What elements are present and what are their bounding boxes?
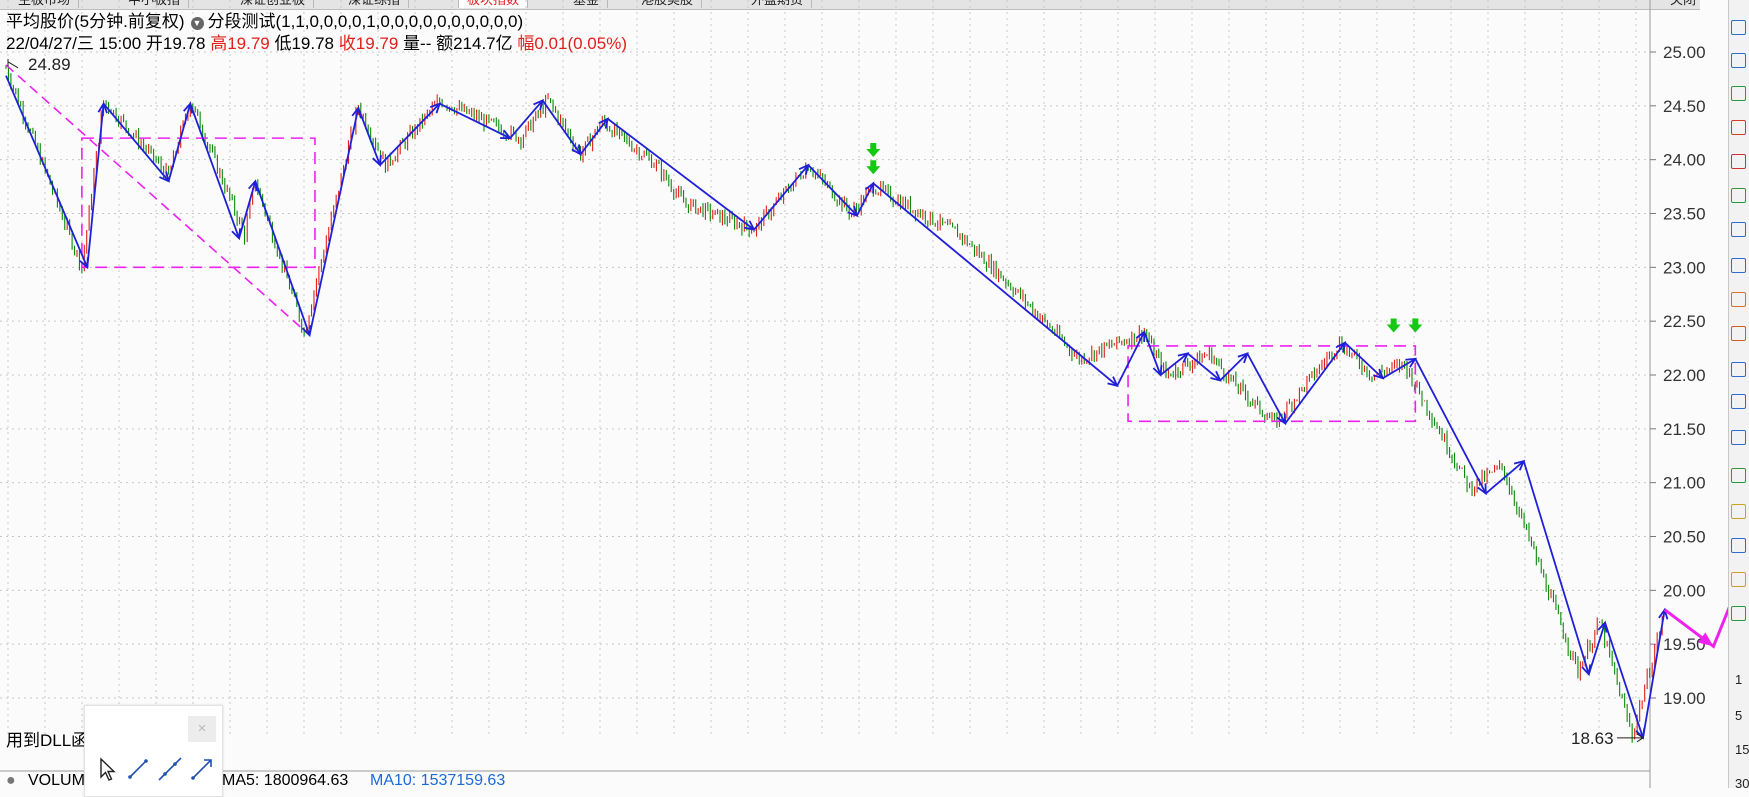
toolbar-button-icon[interactable] xyxy=(1731,120,1746,135)
period-1-button[interactable]: 1 xyxy=(1735,672,1742,687)
toolbar-button-icon[interactable] xyxy=(1731,606,1746,621)
ma10-value: MA10: 1537159.63 xyxy=(370,772,506,788)
sell-signal-icon xyxy=(1386,318,1401,333)
zigzag-segment xyxy=(308,107,360,336)
sell-signal-icon xyxy=(866,160,881,175)
zigzag-segment xyxy=(1522,460,1590,675)
indicator-title-row: 平均股价(5分钟.前复权) ▼ 分段测试(1,1,0,0,0,0,1,0,0,0,0… xyxy=(6,12,523,32)
period-30-button[interactable]: 30 xyxy=(1735,776,1749,791)
right-toolbar: 1 5 15 30 xyxy=(1728,0,1749,791)
y-tick-label: 22.00 xyxy=(1663,366,1706,385)
consolidation-box xyxy=(1127,345,1417,423)
zigzag-segment xyxy=(1604,622,1644,739)
ma5-value: MA5: 1800964.63 xyxy=(222,772,349,788)
amount-label: 额 xyxy=(436,34,454,53)
settings-gear-icon[interactable]: ● xyxy=(6,772,16,788)
toolbar-button-icon[interactable] xyxy=(1731,430,1746,445)
toolbar-button-icon[interactable] xyxy=(1731,326,1746,341)
zigzag-segment xyxy=(607,118,755,231)
close-label: 收 xyxy=(338,34,356,53)
change-label: 幅 xyxy=(517,34,535,53)
high-value: 19.79 xyxy=(227,34,270,53)
toolbar-button-icon[interactable] xyxy=(1731,572,1746,587)
toolbar-button-icon[interactable] xyxy=(1731,538,1746,553)
change-value: 0.01(0.05%) xyxy=(534,34,627,53)
dll-notice: 用到DLL函 xyxy=(6,731,89,750)
y-tick-label: 20.50 xyxy=(1663,528,1706,547)
high-label: 高 xyxy=(210,34,228,53)
toolbar-button-icon[interactable] xyxy=(1731,20,1746,35)
low-value: 19.78 xyxy=(291,34,335,53)
toolbar-button-icon[interactable] xyxy=(1731,362,1746,377)
y-tick-label: 24.50 xyxy=(1663,97,1706,116)
y-tick-label: 22.50 xyxy=(1663,312,1706,331)
chevron-down-icon[interactable]: ▼ xyxy=(190,17,204,30)
bar-datetime: 22/04/27/三 15:00 xyxy=(6,34,142,53)
toolbar-button-icon[interactable] xyxy=(1731,86,1746,101)
low-marker xyxy=(1617,733,1644,743)
y-tick-label: 24.00 xyxy=(1663,151,1706,170)
indicator-name[interactable]: 平均股价(5分钟.前复权) xyxy=(6,12,185,31)
zigzag-segment xyxy=(1485,460,1525,495)
toolbar-button-icon[interactable] xyxy=(1731,154,1746,169)
toolbar-button-icon[interactable] xyxy=(1731,292,1746,307)
high-value-label: 24.89 xyxy=(28,55,71,74)
zigzag-segment xyxy=(439,102,511,139)
toolbar-button-icon[interactable] xyxy=(1731,258,1746,273)
zigzag-segment xyxy=(807,164,858,217)
y-tick-label: 23.50 xyxy=(1663,205,1706,224)
volume-indicator-bar: ● VOLUM MA5: 1800964.63 MA10: 1537159.63 xyxy=(0,772,1700,788)
volume-label: 量-- xyxy=(403,34,432,53)
consolidation-box xyxy=(81,137,316,269)
y-tick-label: 20.00 xyxy=(1663,581,1706,600)
y-tick-label: 19.50 xyxy=(1663,635,1706,654)
sell-signal-icon xyxy=(1408,318,1423,333)
period-5-button[interactable]: 5 xyxy=(1735,708,1742,723)
zigzag-segment xyxy=(1284,342,1346,424)
y-tick-label: 23.00 xyxy=(1663,258,1706,277)
zigzag-segment xyxy=(1246,353,1287,424)
zigzag-segment xyxy=(86,103,105,268)
y-tick-label: 21.50 xyxy=(1663,420,1706,439)
zigzag-segment xyxy=(167,103,192,182)
zigzag-segment xyxy=(5,75,89,268)
zigzag-segment xyxy=(1143,331,1162,376)
close-value: 19.79 xyxy=(355,34,399,53)
toolbar-button-icon[interactable] xyxy=(1731,468,1746,483)
zigzag-segment xyxy=(753,164,809,231)
y-tick-label: 25.00 xyxy=(1663,43,1706,62)
zigzag-segment xyxy=(189,103,240,239)
toolbar-button-icon[interactable] xyxy=(1731,188,1746,203)
close-icon[interactable]: × xyxy=(188,716,216,742)
toolbar-button-icon[interactable] xyxy=(1731,394,1746,409)
low-value-label: 18.63 xyxy=(1571,729,1614,748)
open-label: 开 xyxy=(145,34,163,53)
ohlc-row: 22/04/27/三 15:00 开19.78 高19.79 低19.78 收1… xyxy=(6,34,627,54)
amount-value: 214.7亿 xyxy=(453,34,513,53)
zigzag-segment xyxy=(357,107,381,166)
zigzag-segment xyxy=(579,118,609,155)
zigzag-segment xyxy=(102,103,170,182)
y-tick-label: 19.00 xyxy=(1663,689,1706,708)
toolbar-button-icon[interactable] xyxy=(1731,222,1746,237)
formula-name[interactable]: 分段测试(1,1,0,0,0,0,1,0,0,0,0,0,0,0,0,0,0) xyxy=(208,12,524,31)
zigzag-segment xyxy=(1642,609,1666,738)
sell-signal-icon xyxy=(866,143,881,158)
period-15-button[interactable]: 15 xyxy=(1735,742,1749,757)
zigzag-segment xyxy=(1116,331,1146,387)
zigzag-segment xyxy=(1160,352,1189,376)
price-chart[interactable]: 19.00 19.50 20.00 20.50 21.00 21.50 22.00 22.50… xyxy=(0,0,1728,788)
y-tick-label: 21.00 xyxy=(1663,474,1706,493)
low-label: 低 xyxy=(274,34,292,53)
volume-label[interactable]: VOLUM xyxy=(28,772,85,788)
open-value: 19.78 xyxy=(162,34,206,53)
toolbar-button-icon[interactable] xyxy=(1731,53,1746,68)
zigzag-segment xyxy=(541,99,582,155)
high-marker xyxy=(7,58,19,69)
toolbar-button-icon[interactable] xyxy=(1731,504,1746,519)
zigzag-segment xyxy=(379,103,441,166)
